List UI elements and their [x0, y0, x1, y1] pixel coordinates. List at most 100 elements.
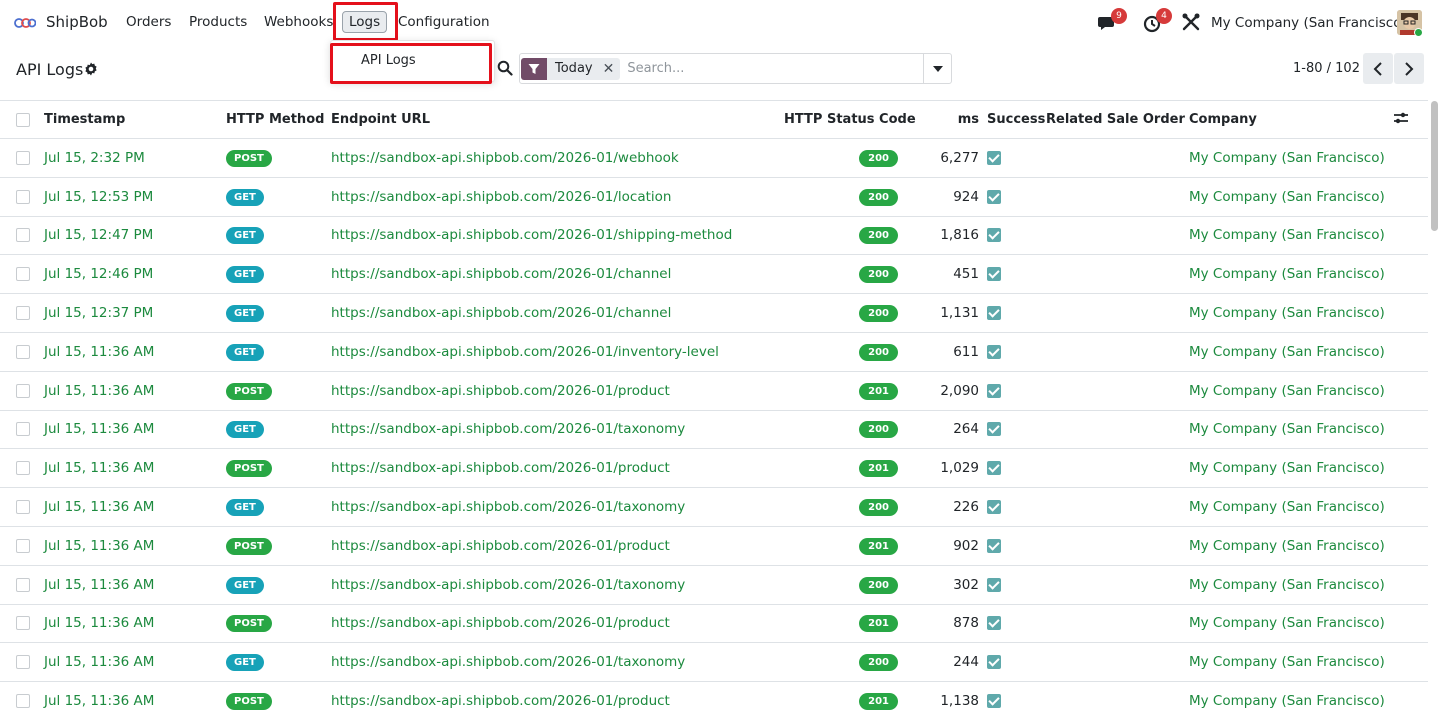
- app-name[interactable]: ShipBob: [46, 13, 108, 31]
- menu-configuration[interactable]: Configuration: [398, 14, 490, 30]
- cell-company[interactable]: My Company (San Francisco): [1189, 332, 1393, 372]
- table-row[interactable]: Jul 15, 11:36 AM GET https://sandbox-api.s…: [0, 642, 1428, 683]
- cell-related-sale-order[interactable]: [1046, 410, 1189, 450]
- cell-timestamp[interactable]: Jul 15, 11:36 AM: [44, 642, 226, 683]
- table-row[interactable]: Jul 15, 11:36 AM POST https://sandbox-api.…: [0, 371, 1428, 411]
- cell-timestamp[interactable]: Jul 15, 2:32 PM: [44, 138, 226, 178]
- header-endpoint-url[interactable]: Endpoint URL: [331, 100, 784, 139]
- cell-endpoint-url[interactable]: https://sandbox-api.shipbob.com/2026-01/…: [331, 177, 784, 217]
- cell-company[interactable]: My Company (San Francisco): [1189, 177, 1393, 217]
- cell-related-sale-order[interactable]: [1046, 681, 1189, 720]
- cell-endpoint-url[interactable]: https://sandbox-api.shipbob.com/2026-01/…: [331, 565, 784, 605]
- app-logo-icon[interactable]: [14, 13, 36, 31]
- cell-related-sale-order[interactable]: [1046, 254, 1189, 295]
- header-ms[interactable]: ms: [906, 100, 987, 139]
- cell-endpoint-url[interactable]: https://sandbox-api.shipbob.com/2026-01/…: [331, 448, 784, 489]
- table-row[interactable]: Jul 15, 11:36 AM POST https://sandbox-api.…: [0, 604, 1428, 644]
- cell-company[interactable]: My Company (San Francisco): [1189, 138, 1393, 178]
- cell-related-sale-order[interactable]: [1046, 216, 1189, 256]
- cell-endpoint-url[interactable]: https://sandbox-api.shipbob.com/2026-01/…: [331, 138, 784, 178]
- table-row[interactable]: Jul 15, 12:46 PM GET https://sandbox-api.s…: [0, 254, 1428, 295]
- row-checkbox[interactable]: [16, 577, 30, 592]
- search-options-toggle[interactable]: [923, 54, 951, 83]
- pager-next-button[interactable]: [1394, 53, 1424, 84]
- search-input[interactable]: [627, 61, 918, 76]
- cell-endpoint-url[interactable]: https://sandbox-api.shipbob.com/2026-01/…: [331, 642, 784, 683]
- header-timestamp[interactable]: Timestamp: [44, 100, 226, 139]
- cell-timestamp[interactable]: Jul 15, 12:37 PM: [44, 293, 226, 333]
- cell-timestamp[interactable]: Jul 15, 11:36 AM: [44, 604, 226, 644]
- pager-value[interactable]: 1-80 / 102: [1293, 61, 1360, 76]
- cell-timestamp[interactable]: Jul 15, 12:47 PM: [44, 216, 226, 256]
- cell-company[interactable]: My Company (San Francisco): [1189, 526, 1393, 566]
- row-checkbox[interactable]: [16, 383, 30, 398]
- cell-company[interactable]: My Company (San Francisco): [1189, 681, 1393, 720]
- dropdown-item-api-logs[interactable]: API Logs: [361, 53, 416, 68]
- cell-timestamp[interactable]: Jul 15, 11:36 AM: [44, 448, 226, 489]
- table-row[interactable]: Jul 15, 11:36 AM POST https://sandbox-api.…: [0, 681, 1428, 720]
- cell-related-sale-order[interactable]: [1046, 332, 1189, 372]
- cell-related-sale-order[interactable]: [1046, 177, 1189, 217]
- cell-related-sale-order[interactable]: [1046, 371, 1189, 411]
- cell-related-sale-order[interactable]: [1046, 293, 1189, 333]
- table-row[interactable]: Jul 15, 2:32 PM POST https://sandbox-api.s…: [0, 138, 1428, 178]
- row-checkbox[interactable]: [16, 655, 30, 670]
- list-scrollbar[interactable]: [1431, 101, 1438, 231]
- cell-company[interactable]: My Company (San Francisco): [1189, 487, 1393, 527]
- menu-webhooks[interactable]: Webhooks: [264, 14, 333, 30]
- table-row[interactable]: Jul 15, 12:53 PM GET https://sandbox-api.s…: [0, 177, 1428, 217]
- row-checkbox[interactable]: [16, 461, 30, 476]
- cell-related-sale-order[interactable]: [1046, 604, 1189, 644]
- row-checkbox[interactable]: [16, 694, 30, 709]
- cell-endpoint-url[interactable]: https://sandbox-api.shipbob.com/2026-01/…: [331, 681, 784, 720]
- row-checkbox[interactable]: [16, 538, 30, 553]
- activities-button[interactable]: 4: [1142, 8, 1172, 34]
- header-http-method[interactable]: HTTP Method: [226, 100, 331, 139]
- menu-products[interactable]: Products: [189, 14, 247, 30]
- company-switcher[interactable]: My Company (San Francisco): [1211, 15, 1407, 31]
- table-row[interactable]: Jul 15, 11:36 AM POST https://sandbox-api.…: [0, 526, 1428, 566]
- cell-related-sale-order[interactable]: [1046, 138, 1189, 178]
- cell-related-sale-order[interactable]: [1046, 565, 1189, 605]
- row-checkbox[interactable]: [16, 500, 30, 515]
- cell-company[interactable]: My Company (San Francisco): [1189, 565, 1393, 605]
- cell-company[interactable]: My Company (San Francisco): [1189, 293, 1393, 333]
- cell-related-sale-order[interactable]: [1046, 448, 1189, 489]
- cell-endpoint-url[interactable]: https://sandbox-api.shipbob.com/2026-01/…: [331, 216, 784, 256]
- cell-timestamp[interactable]: Jul 15, 11:36 AM: [44, 526, 226, 566]
- row-checkbox[interactable]: [16, 189, 30, 204]
- header-success[interactable]: Success: [987, 100, 1046, 139]
- pager-previous-button[interactable]: [1363, 53, 1393, 84]
- page-title[interactable]: API Logs: [16, 60, 83, 79]
- cell-timestamp[interactable]: Jul 15, 11:36 AM: [44, 487, 226, 527]
- cell-endpoint-url[interactable]: https://sandbox-api.shipbob.com/2026-01/…: [331, 254, 784, 295]
- menu-logs[interactable]: Logs: [342, 11, 388, 33]
- cell-endpoint-url[interactable]: https://sandbox-api.shipbob.com/2026-01/…: [331, 371, 784, 411]
- table-row[interactable]: Jul 15, 11:36 AM GET https://sandbox-api.s…: [0, 487, 1428, 527]
- debug-tools-icon[interactable]: [1181, 12, 1201, 32]
- cell-company[interactable]: My Company (San Francisco): [1189, 642, 1393, 683]
- row-checkbox[interactable]: [16, 616, 30, 631]
- messages-button[interactable]: 9: [1097, 8, 1127, 34]
- remove-facet-close-icon[interactable]: ✕: [603, 61, 615, 77]
- row-checkbox[interactable]: [16, 150, 30, 165]
- header-company[interactable]: Company: [1189, 100, 1393, 139]
- row-checkbox[interactable]: [16, 306, 30, 321]
- cell-company[interactable]: My Company (San Francisco): [1189, 216, 1393, 256]
- cell-endpoint-url[interactable]: https://sandbox-api.shipbob.com/2026-01/…: [331, 410, 784, 450]
- cell-endpoint-url[interactable]: https://sandbox-api.shipbob.com/2026-01/…: [331, 487, 784, 527]
- cell-company[interactable]: My Company (San Francisco): [1189, 448, 1393, 489]
- row-checkbox[interactable]: [16, 267, 30, 282]
- menu-orders[interactable]: Orders: [126, 14, 171, 30]
- cell-endpoint-url[interactable]: https://sandbox-api.shipbob.com/2026-01/…: [331, 604, 784, 644]
- cell-timestamp[interactable]: Jul 15, 11:36 AM: [44, 371, 226, 411]
- row-checkbox[interactable]: [16, 228, 30, 243]
- cell-timestamp[interactable]: Jul 15, 12:53 PM: [44, 177, 226, 217]
- table-row[interactable]: Jul 15, 12:47 PM GET https://sandbox-api.s…: [0, 216, 1428, 256]
- table-row[interactable]: Jul 15, 11:36 AM GET https://sandbox-api.s…: [0, 565, 1428, 605]
- table-row[interactable]: Jul 15, 11:36 AM GET https://sandbox-api.s…: [0, 332, 1428, 372]
- cell-endpoint-url[interactable]: https://sandbox-api.shipbob.com/2026-01/…: [331, 526, 784, 566]
- search-icon[interactable]: [497, 60, 513, 76]
- header-http-status-code[interactable]: HTTP Status Code: [784, 100, 916, 139]
- cell-timestamp[interactable]: Jul 15, 12:46 PM: [44, 254, 226, 295]
